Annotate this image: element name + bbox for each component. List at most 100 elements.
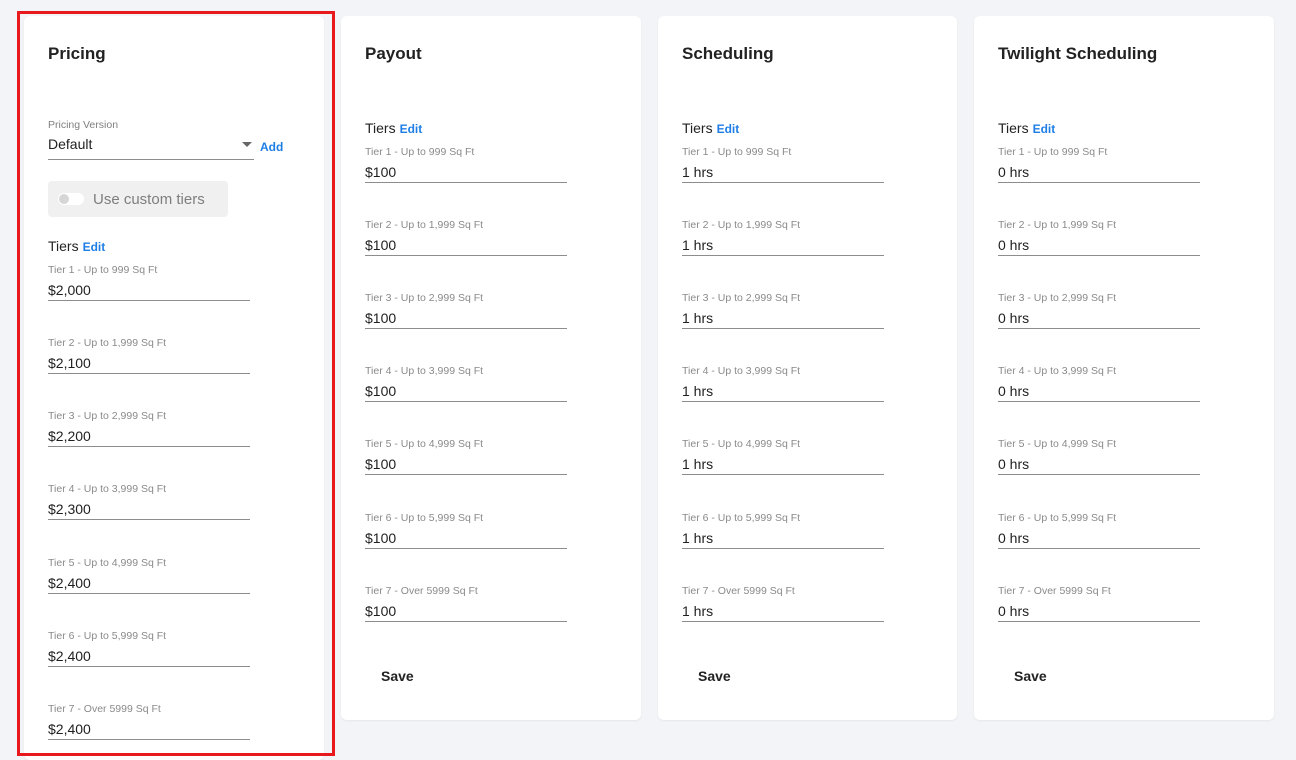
tier-value-field[interactable]: 0 hrs (998, 456, 1200, 475)
tier-label: Tier 1 - Up to 999 Sq Ft (998, 146, 1108, 158)
twilight-save-button[interactable]: Save (1014, 668, 1047, 684)
scheduling-tier-2: Tier 2 - Up to 1,999 Sq Ft 1 hrs (682, 219, 884, 256)
scheduling-save-button[interactable]: Save (698, 668, 731, 684)
tier-label: Tier 6 - Up to 5,999 Sq Ft (998, 512, 1117, 524)
pricing-tiers-edit-link[interactable]: Edit (83, 240, 106, 254)
tier-value-field[interactable]: $100 (365, 456, 567, 475)
tier-value-field[interactable]: $2,400 (48, 575, 250, 594)
tier-value-field[interactable]: $2,300 (48, 501, 250, 520)
pricing-tiers-heading: Tiers Edit (48, 238, 105, 254)
twilight-tier-6: Tier 6 - Up to 5,999 Sq Ft 0 hrs (998, 512, 1200, 549)
tier-value-field[interactable]: 1 hrs (682, 603, 884, 622)
pricing-tier-5: Tier 5 - Up to 4,999 Sq Ft $2,400 (48, 557, 250, 594)
scheduling-tier-4: Tier 4 - Up to 3,999 Sq Ft 1 hrs (682, 365, 884, 402)
tier-value-field[interactable]: $2,100 (48, 355, 250, 374)
payout-tier-4: Tier 4 - Up to 3,999 Sq Ft $100 (365, 365, 567, 402)
twilight-tiers-edit-link[interactable]: Edit (1033, 122, 1056, 136)
scheduling-tier-7: Tier 7 - Over 5999 Sq Ft 1 hrs (682, 585, 884, 622)
tier-value-field[interactable]: 0 hrs (998, 530, 1200, 549)
tier-label: Tier 6 - Up to 5,999 Sq Ft (48, 630, 167, 642)
twilight-tier-3: Tier 3 - Up to 2,999 Sq Ft 0 hrs (998, 292, 1200, 329)
tier-label: Tier 7 - Over 5999 Sq Ft (998, 585, 1111, 597)
twilight-tier-1: Tier 1 - Up to 999 Sq Ft 0 hrs (998, 146, 1200, 183)
tiers-label: Tiers (48, 238, 79, 254)
payout-tier-5: Tier 5 - Up to 4,999 Sq Ft $100 (365, 438, 567, 475)
tier-value-field[interactable]: 1 hrs (682, 456, 884, 475)
twilight-tiers-heading: Tiers Edit (998, 120, 1055, 136)
tiers-label: Tiers (998, 120, 1029, 136)
payout-tiers-edit-link[interactable]: Edit (400, 122, 423, 136)
twilight-scheduling-card: Twilight Scheduling Tiers Edit Tier 1 - U… (974, 16, 1274, 720)
pricing-tier-3: Tier 3 - Up to 2,999 Sq Ft $2,200 (48, 410, 250, 447)
scheduling-card: Scheduling Tiers Edit Tier 1 - Up to 999 … (658, 16, 957, 720)
scheduling-tier-5: Tier 5 - Up to 4,999 Sq Ft 1 hrs (682, 438, 884, 475)
tier-value-field[interactable]: $100 (365, 164, 567, 183)
tier-value-field[interactable]: $100 (365, 603, 567, 622)
tier-value-field[interactable]: 0 hrs (998, 603, 1200, 622)
tier-value-field[interactable]: $2,400 (48, 648, 250, 667)
payout-save-button[interactable]: Save (381, 668, 414, 684)
scheduling-title: Scheduling (682, 44, 774, 63)
twilight-tier-2: Tier 2 - Up to 1,999 Sq Ft 0 hrs (998, 219, 1200, 256)
use-custom-tiers-toggle[interactable]: Use custom tiers (48, 181, 228, 217)
tier-value-field[interactable]: 1 hrs (682, 310, 884, 329)
twilight-tier-7: Tier 7 - Over 5999 Sq Ft 0 hrs (998, 585, 1200, 622)
tier-value-field[interactable]: $2,200 (48, 428, 250, 447)
payout-tier-2: Tier 2 - Up to 1,999 Sq Ft $100 (365, 219, 567, 256)
tier-value-field[interactable]: 1 hrs (682, 164, 884, 183)
twilight-scheduling-title: Twilight Scheduling (998, 44, 1158, 63)
tier-label: Tier 4 - Up to 3,999 Sq Ft (48, 483, 167, 495)
tier-label: Tier 2 - Up to 1,999 Sq Ft (998, 219, 1117, 231)
tier-value-field[interactable]: $100 (365, 237, 567, 256)
tier-label: Tier 3 - Up to 2,999 Sq Ft (998, 292, 1117, 304)
tier-label: Tier 5 - Up to 4,999 Sq Ft (48, 557, 167, 569)
tier-label: Tier 5 - Up to 4,999 Sq Ft (682, 438, 801, 450)
tier-label: Tier 5 - Up to 4,999 Sq Ft (365, 438, 484, 450)
tier-value-field[interactable]: $100 (365, 530, 567, 549)
scheduling-tiers-heading: Tiers Edit (682, 120, 739, 136)
payout-tiers-heading: Tiers Edit (365, 120, 422, 136)
twilight-tier-5: Tier 5 - Up to 4,999 Sq Ft 0 hrs (998, 438, 1200, 475)
tier-label: Tier 3 - Up to 2,999 Sq Ft (682, 292, 801, 304)
tier-label: Tier 2 - Up to 1,999 Sq Ft (365, 219, 484, 231)
tier-value-field[interactable]: 0 hrs (998, 237, 1200, 256)
scheduling-tiers-edit-link[interactable]: Edit (717, 122, 740, 136)
tier-label: Tier 3 - Up to 2,999 Sq Ft (365, 292, 484, 304)
tier-label: Tier 6 - Up to 5,999 Sq Ft (682, 512, 801, 524)
tier-value-field[interactable]: $2,000 (48, 282, 250, 301)
tier-label: Tier 3 - Up to 2,999 Sq Ft (48, 410, 167, 422)
tier-value-field[interactable]: 0 hrs (998, 310, 1200, 329)
tier-value-field[interactable]: 1 hrs (682, 383, 884, 402)
tier-label: Tier 1 - Up to 999 Sq Ft (48, 264, 158, 276)
tiers-label: Tiers (682, 120, 713, 136)
chevron-down-icon (242, 142, 252, 147)
toggle-switch[interactable] (58, 193, 84, 205)
tier-label: Tier 7 - Over 5999 Sq Ft (365, 585, 478, 597)
tier-value-field[interactable]: 1 hrs (682, 237, 884, 256)
add-pricing-version-button[interactable]: Add (260, 140, 283, 154)
tier-label: Tier 4 - Up to 3,999 Sq Ft (682, 365, 801, 377)
tier-label: Tier 6 - Up to 5,999 Sq Ft (365, 512, 484, 524)
pricing-tier-4: Tier 4 - Up to 3,999 Sq Ft $2,300 (48, 483, 250, 520)
tier-value-field[interactable]: $100 (365, 383, 567, 402)
tier-value-field[interactable]: 0 hrs (998, 383, 1200, 402)
tier-label: Tier 7 - Over 5999 Sq Ft (48, 703, 161, 715)
tier-label: Tier 4 - Up to 3,999 Sq Ft (365, 365, 484, 377)
tier-label: Tier 5 - Up to 4,999 Sq Ft (998, 438, 1117, 450)
tier-label: Tier 2 - Up to 1,999 Sq Ft (48, 337, 167, 349)
tier-label: Tier 2 - Up to 1,999 Sq Ft (682, 219, 801, 231)
payout-title: Payout (365, 44, 422, 63)
tier-value-field[interactable]: 1 hrs (682, 530, 884, 549)
toggle-knob (59, 194, 69, 204)
pricing-version-select[interactable]: Default (48, 136, 254, 160)
tier-label: Tier 1 - Up to 999 Sq Ft (365, 146, 475, 158)
tier-value-field[interactable]: 0 hrs (998, 164, 1200, 183)
pricing-tier-1: Tier 1 - Up to 999 Sq Ft $2,000 (48, 264, 250, 301)
tier-value-field[interactable]: $2,400 (48, 721, 250, 740)
scheduling-tier-1: Tier 1 - Up to 999 Sq Ft 1 hrs (682, 146, 884, 183)
pricing-title: Pricing (48, 44, 106, 63)
tier-value-field[interactable]: $100 (365, 310, 567, 329)
tier-label: Tier 7 - Over 5999 Sq Ft (682, 585, 795, 597)
pricing-tier-2: Tier 2 - Up to 1,999 Sq Ft $2,100 (48, 337, 250, 374)
tiers-label: Tiers (365, 120, 396, 136)
